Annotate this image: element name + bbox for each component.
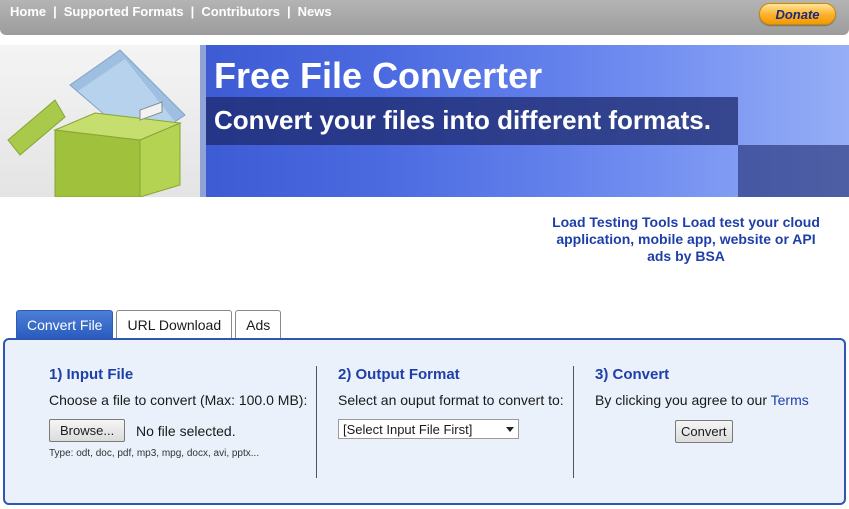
input-file-section: 1) Input File Choose a file to convert (…: [49, 340, 319, 503]
terms-link[interactable]: Terms: [771, 392, 809, 408]
header-banner: Free File Converter Convert your files i…: [0, 45, 849, 197]
tab-url-download[interactable]: URL Download: [116, 310, 233, 338]
nav-separator: |: [190, 4, 195, 19]
nav-home-link[interactable]: Home: [10, 4, 46, 19]
dropdown-arrow-icon: [506, 427, 514, 432]
ad-attribution[interactable]: ads by BSA: [540, 248, 832, 265]
nav-separator: |: [53, 4, 57, 19]
ad-block[interactable]: Load Testing Tools Load test your cloud …: [540, 214, 832, 265]
converter-tabs: Convert File URL Download Ads: [16, 310, 282, 338]
terms-agreement-text: By clicking you agree to our: [595, 392, 767, 408]
output-format-selected-value: [Select Input File First]: [343, 421, 473, 437]
banner-corner-backdrop: [738, 145, 849, 197]
column-divider: [316, 366, 317, 478]
supported-types-hint: Type: odt, doc, pdf, mp3, mpg, docx, avi…: [49, 448, 260, 459]
converter-panel: 1) Input File Choose a file to convert (…: [3, 338, 846, 505]
page-subtitle: Convert your files into different format…: [214, 105, 711, 135]
output-format-description: Select an ouput format to convert to:: [338, 392, 564, 408]
nav-news-link[interactable]: News: [298, 4, 332, 19]
top-nav-bar: Home | Supported Formats | Contributors …: [0, 0, 849, 35]
nav-supported-formats-link[interactable]: Supported Formats: [64, 4, 184, 19]
input-file-description: Choose a file to convert (Max: 100.0 MB)…: [49, 392, 308, 408]
file-box-icon: [7, 49, 186, 197]
file-box-image: [0, 45, 206, 197]
output-format-heading: 2) Output Format: [338, 366, 460, 383]
selected-file-status: No file selected.: [136, 423, 236, 439]
nav-separator: |: [287, 4, 291, 19]
output-format-section: 2) Output Format Select an ouput format …: [338, 340, 573, 503]
convert-heading: 3) Convert: [595, 366, 670, 383]
convert-section: 3) Convert By clicking you agree to our …: [595, 340, 835, 503]
browse-button[interactable]: Browse...: [49, 419, 126, 442]
ad-text[interactable]: Load Testing Tools Load test your cloud …: [552, 214, 820, 247]
output-format-select[interactable]: [Select Input File First]: [338, 419, 519, 439]
tab-ads[interactable]: Ads: [235, 310, 282, 338]
donate-button[interactable]: Donate: [759, 3, 836, 25]
convert-button[interactable]: Convert: [675, 420, 733, 443]
main-nav: Home | Supported Formats | Contributors …: [10, 4, 332, 19]
page-title: Free File Converter: [214, 55, 543, 96]
nav-contributors-link[interactable]: Contributors: [201, 4, 280, 19]
tab-convert-file[interactable]: Convert File: [16, 310, 114, 338]
input-file-heading: 1) Input File: [49, 366, 134, 383]
column-divider: [573, 366, 574, 478]
convert-description: By clicking you agree to our Terms: [595, 392, 809, 408]
